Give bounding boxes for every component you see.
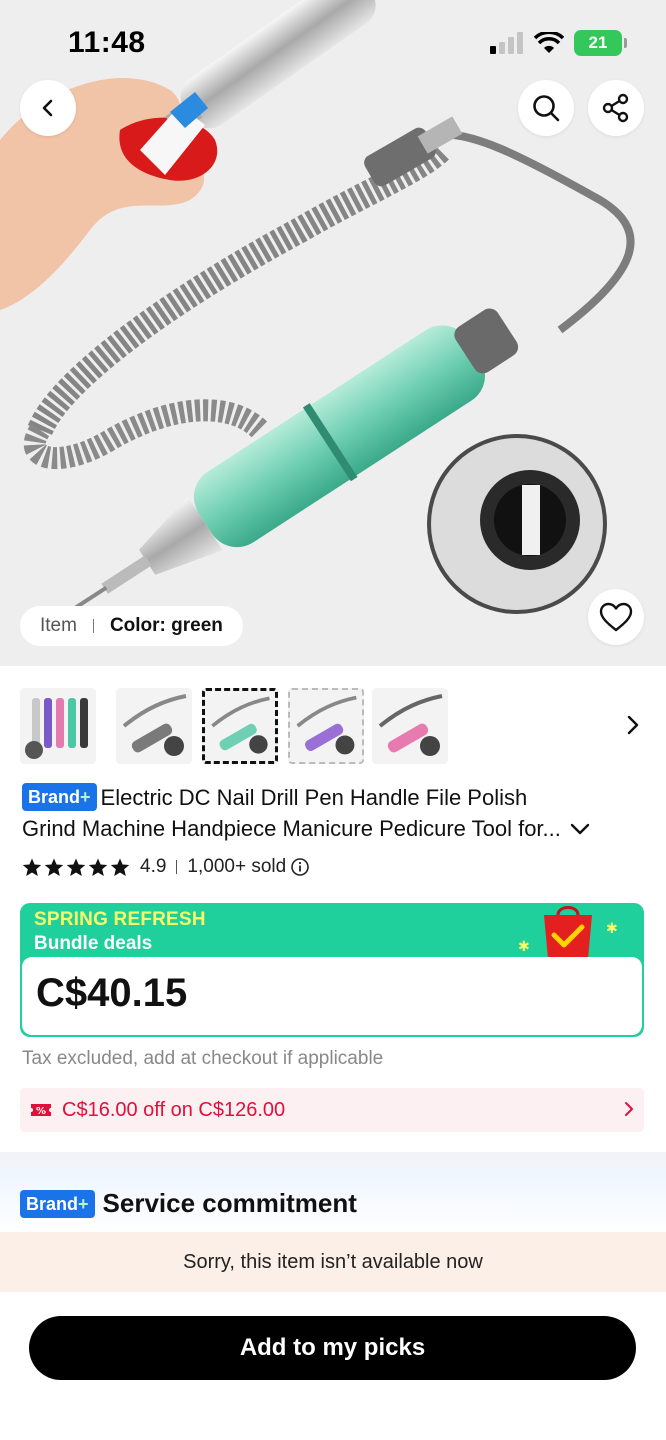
star-icon (66, 858, 86, 876)
signal-icon (490, 32, 523, 54)
svg-text:✱: ✱ (518, 939, 530, 955)
promo-subtitle: Bundle deals (34, 933, 153, 954)
info-icon[interactable] (290, 857, 310, 877)
thumbnail-image (25, 698, 88, 759)
product-title[interactable]: Brand+ Electric DC Nail Drill Pen Handle … (22, 782, 646, 844)
search-button[interactable] (518, 80, 574, 136)
shopping-bag-icon: ✱ ✱ (518, 906, 618, 959)
service-title: Service commitment (102, 1188, 357, 1218)
add-to-picks-button[interactable]: Add to my picks (29, 1316, 636, 1380)
star-rating (22, 858, 130, 877)
service-commitment-section[interactable]: Brand+ Service commitment (0, 1166, 666, 1236)
star-icon (110, 858, 130, 876)
svg-text:✱: ✱ (606, 921, 618, 937)
back-icon (42, 99, 53, 117)
thumbnail-image (296, 695, 357, 755)
title-text-2: Grind Machine Handpiece Manicure Pedicur… (22, 816, 561, 841)
thumbnail-pink[interactable] (372, 688, 448, 764)
rating-divider (176, 860, 178, 874)
back-button[interactable] (20, 80, 76, 136)
search-icon (533, 95, 560, 122)
product-title-line-2: Grind Machine Handpiece Manicure Pedicur… (22, 813, 646, 844)
favorite-button[interactable] (588, 589, 644, 645)
coupon-text: C$16.00 off on C$126.00 (62, 1098, 286, 1121)
sold-count: 1,000+ sold (187, 856, 287, 877)
brand-plus-badge: Brand+ (22, 783, 97, 811)
thumbnail-purple[interactable] (288, 688, 364, 764)
brand-badge-plus: + (80, 787, 91, 807)
thumbnail-green[interactable] (202, 688, 278, 764)
price: C$40.15 (36, 971, 188, 1015)
coupon-banner[interactable]: % C$16.00 off on C$126.00 (20, 1088, 644, 1132)
product-hero-image[interactable]: 11:48 21 Item Color: green (0, 0, 666, 666)
title-text-1: Electric DC Nail Drill Pen Handle File P… (100, 785, 528, 810)
section-divider (0, 1152, 666, 1166)
product-title-line-1: Brand+ Electric DC Nail Drill Pen Handle … (22, 782, 646, 813)
bundle-deal-card[interactable]: SPRING REFRESH Bundle deals ✱ ✱ C$40.15 (20, 903, 644, 1037)
promo-title: SPRING REFRESH (34, 909, 206, 930)
variant-pill[interactable]: Item Color: green (20, 606, 243, 646)
thumbnail-image (211, 696, 270, 754)
status-icons: 21 (490, 30, 627, 56)
thumbnail-multi-color[interactable] (20, 688, 96, 764)
star-icon (22, 858, 42, 876)
star-icon (44, 858, 64, 876)
variant-thumbnails (20, 688, 646, 766)
chevron-right-icon (625, 1102, 633, 1116)
variant-divider (92, 619, 94, 633)
price-box: C$40.15 (22, 957, 642, 1035)
service-title-row: Brand+ Service commitment (20, 1188, 357, 1219)
status-time: 11:48 (68, 26, 146, 59)
brand-badge-plus: + (78, 1193, 89, 1214)
battery-icon: 21 (574, 30, 627, 56)
thumbnail-image (122, 694, 187, 756)
rating-value: 4.9 (140, 856, 167, 877)
coupon-icon: % (31, 1104, 51, 1117)
heart-icon (599, 602, 633, 632)
tax-note: Tax excluded, add at checkout if applica… (22, 1048, 384, 1069)
brand-badge-text: Brand (28, 787, 81, 807)
unavailable-banner: Sorry, this item isn’t available now (0, 1232, 666, 1292)
wifi-icon (534, 32, 564, 53)
share-icon (602, 93, 629, 123)
thumbnail-gray[interactable] (116, 688, 192, 764)
brand-plus-badge: Brand+ (20, 1189, 95, 1218)
product-detail-screen: 11:48 21 Item Color: green Brand+ Electr… (0, 0, 666, 1440)
chevron-right-icon[interactable] (626, 714, 640, 736)
rating-row[interactable]: 4.9 1,000+ sold (22, 856, 310, 878)
star-icon (88, 858, 108, 876)
chevron-down-icon[interactable] (569, 822, 591, 836)
variant-value: Color: green (109, 615, 223, 636)
thumbnail-image (378, 694, 443, 756)
svg-text:%: % (36, 1106, 46, 1117)
brand-badge-text: Brand (26, 1193, 79, 1214)
share-button[interactable] (588, 80, 644, 136)
variant-label: Item (40, 615, 77, 636)
